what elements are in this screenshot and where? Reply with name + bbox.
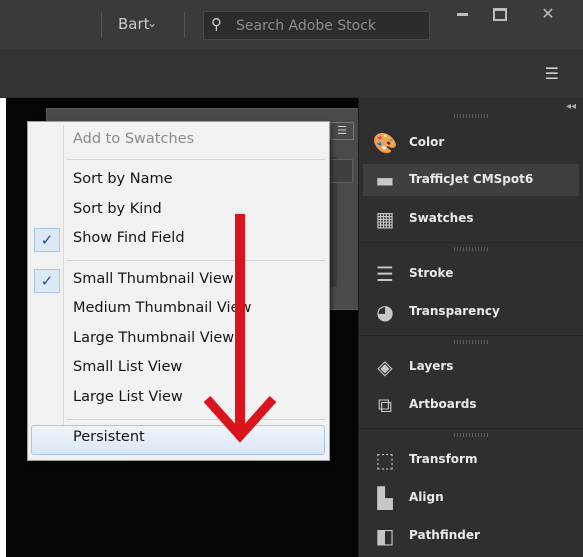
menu-item-label: Medium Thumbnail View <box>73 300 252 316</box>
checkmark-icon: ✓ <box>34 228 60 252</box>
search-icon[interactable]: ⚲ <box>211 15 222 33</box>
search-input[interactable] <box>236 16 421 35</box>
swatch-panel-flyout-menu: Add to Swatches Sort by Name Sort by Kin… <box>27 121 330 461</box>
close-button[interactable]: ✕ <box>522 0 574 28</box>
dock-item-label: Color <box>409 135 445 149</box>
user-name[interactable]: Bart <box>118 15 150 33</box>
swatch-library-icon: ▬ <box>375 168 395 192</box>
menu-separator <box>67 260 325 261</box>
menu-item-medium-thumbnail-view[interactable]: Medium Thumbnail View <box>31 296 325 324</box>
dock-item-transparency[interactable]: ◕ Transparency <box>363 296 579 328</box>
dock-item-artboards[interactable]: ⧉ Artboards <box>363 389 579 421</box>
menu-item-label: Large List View <box>73 389 183 405</box>
close-icon: ✕ <box>541 4 555 23</box>
dock-item-label: Transparency <box>409 304 500 318</box>
artboards-icon: ⧉ <box>377 393 393 417</box>
panel-menu-icon[interactable]: ☰ <box>545 64 559 83</box>
dock-item-label: Layers <box>409 359 454 373</box>
collapse-dock-icon[interactable]: ◂◂ <box>566 101 576 112</box>
panel-group-grip[interactable] <box>454 247 488 251</box>
transform-icon: ⬚ <box>375 448 395 472</box>
transparency-circles-icon: ◕ <box>376 300 394 324</box>
menu-item-large-list-view[interactable]: Large List View <box>31 385 325 413</box>
stock-search-box[interactable]: ⚲ <box>203 11 430 40</box>
chevron-down-icon[interactable]: ⌄ <box>147 16 157 30</box>
minimize-button[interactable] <box>444 0 480 28</box>
menu-item-label: Sort by Name <box>73 171 173 187</box>
panel-flyout-menu-button[interactable]: ☰ <box>330 122 354 140</box>
dock-item-pathfinder[interactable]: ◧ Pathfinder <box>363 520 579 552</box>
menu-item-label: Small Thumbnail View <box>73 271 234 287</box>
menu-item-label: Small List View <box>73 359 183 375</box>
menu-item-label: Persistent <box>73 429 145 445</box>
panel-group-grip[interactable] <box>454 114 488 118</box>
menu-item-label: Add to Swatches <box>73 131 195 147</box>
dock-item-stroke[interactable]: ☰ Stroke <box>363 258 579 290</box>
dock-item-transform[interactable]: ⬚ Transform <box>363 444 579 476</box>
dock-item-label: Swatches <box>409 211 474 225</box>
stroke-lines-icon: ☰ <box>376 262 394 286</box>
align-icon: ▙ <box>377 486 393 510</box>
panel-group-grip[interactable] <box>454 433 488 437</box>
dock-item-swatch-library[interactable]: ▬ TrafficJet CMSpot6 <box>363 164 579 196</box>
menu-item-show-find-field[interactable]: ✓ Show Find Field <box>31 226 325 254</box>
dock-item-label: Artboards <box>409 397 477 411</box>
panel-group-divider <box>359 428 583 429</box>
titlebar-divider <box>101 12 102 38</box>
titlebar-divider <box>184 12 185 38</box>
dock-item-label: Transform <box>409 452 478 466</box>
minimize-icon <box>456 12 468 16</box>
menu-item-add-to-swatches[interactable]: Add to Swatches <box>31 127 325 155</box>
menu-item-sort-by-kind[interactable]: Sort by Kind <box>31 197 325 225</box>
swatches-grid-icon: ▦ <box>375 207 395 231</box>
dock-item-color[interactable]: 🎨 Color <box>363 127 579 159</box>
dock-item-label: Align <box>409 490 444 504</box>
dock-item-label: TrafficJet CMSpot6 <box>409 172 534 186</box>
menu-item-large-thumbnail-view[interactable]: Large Thumbnail View <box>31 326 325 354</box>
panel-group-grip[interactable] <box>454 340 488 344</box>
menu-item-small-list-view[interactable]: Small List View <box>31 355 325 383</box>
menu-item-label: Show Find Field <box>73 230 185 246</box>
dock-item-layers[interactable]: ◈ Layers <box>363 351 579 383</box>
panel-group-divider <box>359 242 583 243</box>
layers-icon: ◈ <box>377 355 393 379</box>
panel-field <box>329 159 353 183</box>
menu-item-persistent[interactable]: Persistent <box>31 425 325 455</box>
menu-separator <box>67 159 325 160</box>
dock-item-label: Pathfinder <box>409 528 480 542</box>
checkmark-icon: ✓ <box>34 269 60 293</box>
color-palette-icon: 🎨 <box>372 131 398 155</box>
pathfinder-icon: ◧ <box>375 524 395 548</box>
menu-item-sort-by-name[interactable]: Sort by Name <box>31 167 325 195</box>
panel-dock: ◂◂ 🎨 Color ▬ TrafficJet CMSpot6 ▦ Swatch… <box>358 97 583 557</box>
dock-item-align[interactable]: ▙ Align <box>363 482 579 514</box>
menu-item-label: Large Thumbnail View <box>73 330 235 346</box>
dock-item-swatches[interactable]: ▦ Swatches <box>363 203 579 235</box>
menu-separator <box>67 419 325 420</box>
menu-item-small-thumbnail-view[interactable]: ✓ Small Thumbnail View <box>31 267 325 295</box>
menu-item-label: Sort by Kind <box>73 201 162 217</box>
flyout-menu-icon: ☰ <box>337 124 347 137</box>
title-bar: Bart ⌄ ⚲ ✕ <box>0 0 583 51</box>
maximize-button[interactable] <box>482 0 518 28</box>
maximize-icon <box>493 7 507 21</box>
application-bar: ☰ <box>0 51 583 98</box>
panel-group-divider <box>359 335 583 336</box>
dock-item-label: Stroke <box>409 266 454 280</box>
